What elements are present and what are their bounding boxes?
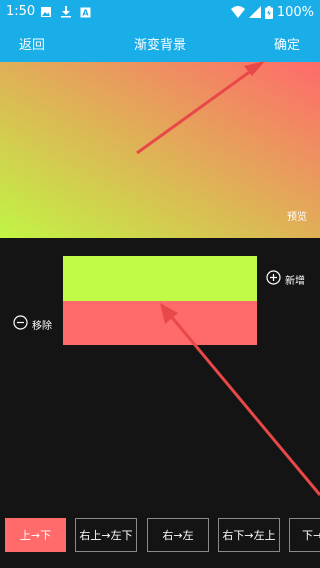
plus-circle-icon bbox=[266, 270, 281, 288]
battery-percent: 100% bbox=[276, 4, 314, 20]
battery-icon bbox=[264, 5, 273, 19]
color-stop-1[interactable] bbox=[63, 256, 257, 301]
toolbar: 返回 渐变背景 确定 bbox=[0, 24, 320, 62]
add-color-label: 新增 bbox=[285, 275, 305, 287]
direction-bar: 上→下 右上→左下 右→左 右下→左上 下→ bbox=[0, 518, 320, 554]
wifi-icon bbox=[230, 6, 245, 18]
direction-right-to-left[interactable]: 右→左 bbox=[147, 518, 209, 552]
direction-top-to-bottom[interactable]: 上→下 bbox=[5, 518, 66, 552]
status-time: 1:50 bbox=[6, 4, 36, 19]
direction-topright-to-bottomleft[interactable]: 右上→左下 bbox=[75, 518, 137, 552]
add-color-button[interactable]: 新增 bbox=[266, 270, 305, 288]
remove-color-label: 移除 bbox=[32, 320, 52, 332]
page-title: 渐变背景 bbox=[133, 38, 186, 53]
gradient-preview: 预览 bbox=[0, 62, 320, 238]
notification-icons: A bbox=[40, 4, 91, 20]
minus-circle-icon bbox=[13, 315, 28, 333]
status-bar: 1:50 A 100% bbox=[0, 0, 320, 24]
system-icons: 100% bbox=[230, 3, 314, 21]
color-stop-2[interactable] bbox=[63, 301, 257, 345]
svg-text:A: A bbox=[82, 8, 89, 17]
download-icon bbox=[60, 3, 72, 22]
preview-label: 预览 bbox=[287, 212, 307, 223]
a-badge-icon: A bbox=[80, 3, 91, 22]
direction-bottom-to-top[interactable]: 下→ bbox=[289, 518, 320, 552]
image-icon bbox=[40, 3, 52, 22]
back-button[interactable]: 返回 bbox=[19, 34, 45, 53]
remove-color-button[interactable]: 移除 bbox=[13, 315, 52, 333]
signal-icon bbox=[248, 6, 261, 18]
confirm-button[interactable]: 确定 bbox=[274, 34, 300, 53]
direction-bottomright-to-topleft[interactable]: 右下→左上 bbox=[218, 518, 280, 552]
